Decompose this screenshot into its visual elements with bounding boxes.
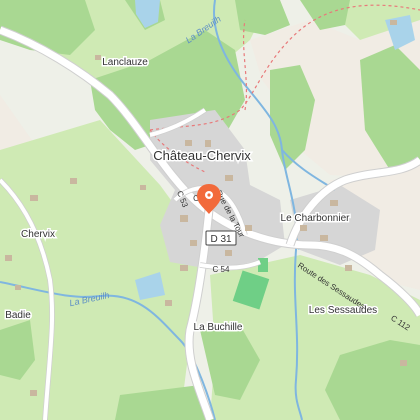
road-label-c54: C 54	[213, 265, 230, 274]
village-label-text: Château-Chervix	[153, 148, 251, 163]
place-label-charbonnier: Le Charbonnier	[281, 213, 351, 224]
road-shield-d31: D 31	[205, 230, 237, 246]
place-label-lanclauze: Lanclauze	[102, 57, 148, 68]
place-label-buchille: La Buchille	[194, 322, 243, 333]
place-label-chervix: Chervix	[21, 229, 55, 240]
map-view[interactable]: Château-Chervix Château-Chervix Lanclauz…	[0, 0, 420, 420]
road-shield-d31-text: D 31	[210, 234, 232, 245]
pin-center	[207, 193, 211, 197]
place-label-sessaudes: Les Sessaudes	[309, 305, 377, 316]
place-label-badie: Badie	[5, 310, 31, 321]
map-canvas[interactable]: Château-Chervix Château-Chervix Lanclauz…	[0, 0, 420, 420]
